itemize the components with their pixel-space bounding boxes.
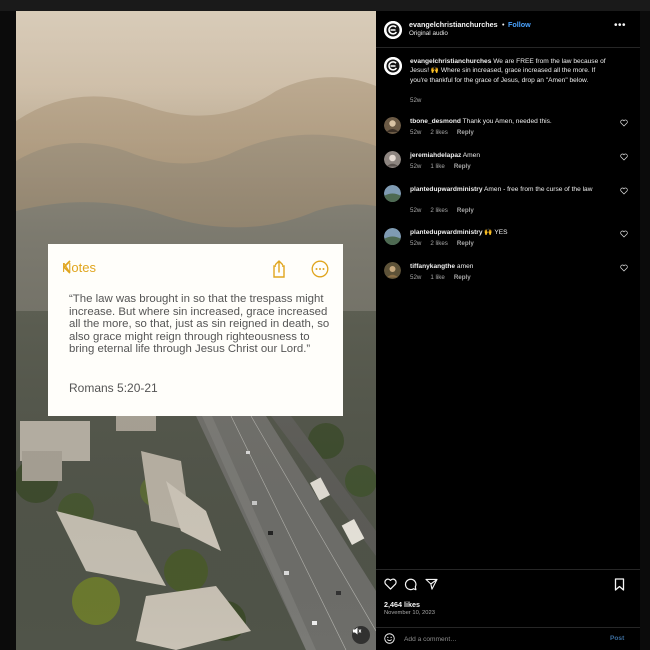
commenter-avatar[interactable]: [384, 117, 401, 134]
separator-dot: •: [502, 20, 505, 29]
caption-meta: 52w: [410, 97, 421, 104]
bookmark-icon[interactable]: [614, 578, 625, 591]
caption-time: 52w: [410, 97, 422, 104]
speaker-muted-icon: [353, 627, 362, 635]
comment-likes[interactable]: 2 likes: [430, 240, 448, 247]
comment-text-block: jeremiahdelapaz Amen: [410, 151, 614, 160]
comment-bubble-icon[interactable]: [404, 578, 417, 591]
notes-screenshot-card: Notes “The law was brought in so that th…: [48, 244, 343, 416]
comment-time: 52w: [410, 207, 422, 214]
reply-button[interactable]: Reply: [454, 274, 471, 281]
follow-button[interactable]: Follow: [508, 20, 531, 29]
comment-text: Amen: [462, 152, 481, 159]
comment-likes[interactable]: 1 like: [430, 274, 444, 281]
post-comment-button[interactable]: Post: [610, 635, 624, 642]
comment-text-block: plantedupwardministry 🙌 YES: [410, 228, 614, 237]
mute-button[interactable]: [352, 626, 370, 644]
comment-username[interactable]: plantedupwardministry: [410, 186, 483, 193]
comment-username[interactable]: tbone_desmond: [410, 118, 461, 125]
notes-back-button: Notes: [62, 260, 96, 275]
comment-time: 52w: [410, 129, 422, 136]
comment-text: Thank you Amen, needed this.: [462, 118, 552, 125]
more-options-button[interactable]: •••: [614, 21, 626, 31]
bible-reference: Romans 5:20-21: [69, 381, 158, 395]
top-strip: [0, 0, 650, 11]
comment-meta: 52w 1 like Reply: [410, 163, 471, 170]
comment-text-block: tiffanykangthe amen: [410, 262, 614, 271]
post-media[interactable]: Notes “The law was brought in so that th…: [16, 11, 376, 650]
commenter-avatar[interactable]: [384, 228, 401, 245]
post-side-panel: evangelchristianchurches • Follow Origin…: [376, 11, 640, 650]
comment-username[interactable]: tiffanykangthe: [410, 263, 455, 270]
commenter-avatar[interactable]: [384, 151, 401, 168]
caption-text-block: evangelchristianchurches We are FREE fro…: [410, 57, 614, 85]
reply-button[interactable]: Reply: [457, 240, 474, 247]
commenter-avatar[interactable]: [384, 262, 401, 279]
comment-username[interactable]: plantedupwardministry: [410, 229, 483, 236]
comment-time: 52w: [410, 240, 422, 247]
comment-meta: 52w 2 likes Reply: [410, 207, 474, 214]
comment-meta: 52w 2 likes Reply: [410, 240, 474, 247]
bible-quote-text: “The law was brought in so that the tres…: [69, 293, 330, 356]
heart-icon[interactable]: [620, 153, 628, 161]
heart-icon[interactable]: [620, 187, 628, 195]
reply-button[interactable]: Reply: [454, 163, 471, 170]
heart-icon[interactable]: [620, 119, 628, 127]
likes-count[interactable]: 2,464 likes: [384, 600, 420, 609]
comment-likes[interactable]: 2 likes: [430, 207, 448, 214]
post-header: evangelchristianchurches • Follow Origin…: [376, 11, 640, 48]
comment-likes[interactable]: 2 likes: [430, 129, 448, 136]
add-comment-bar: Post: [376, 627, 640, 650]
church-logo-icon: [384, 21, 402, 39]
comment-username[interactable]: jeremiahdelapaz: [410, 152, 461, 159]
reply-button[interactable]: Reply: [457, 129, 474, 136]
comment-text-block: plantedupwardministry Amen - free from t…: [410, 185, 614, 194]
comment-input[interactable]: [404, 632, 594, 646]
page-gutter: [640, 11, 650, 650]
reply-button[interactable]: Reply: [457, 207, 474, 214]
comment-likes[interactable]: 1 like: [430, 163, 444, 170]
church-logo-icon: [384, 57, 402, 75]
audio-link[interactable]: Original audio: [409, 30, 448, 37]
chevron-left-icon: [63, 260, 71, 274]
share-paper-plane-icon[interactable]: [425, 578, 438, 590]
post-date: November 10, 2023: [384, 610, 435, 616]
comment-meta: 52w 1 like Reply: [410, 274, 471, 281]
caption-avatar[interactable]: [384, 57, 402, 75]
like-heart-icon[interactable]: [384, 578, 397, 590]
post-actions: 2,464 likes November 10, 2023: [376, 569, 640, 627]
comment-time: 52w: [410, 163, 422, 170]
comment-text-block: tbone_desmond Thank you Amen, needed thi…: [410, 117, 614, 126]
comment-text: 🙌 YES: [484, 229, 508, 236]
emoji-icon[interactable]: [384, 633, 395, 644]
author-avatar[interactable]: [384, 21, 402, 39]
author-username[interactable]: evangelchristianchurches: [409, 20, 498, 29]
heart-icon[interactable]: [620, 264, 628, 272]
comment-time: 52w: [410, 274, 422, 281]
comment-text: Amen - free from the curse of the law: [484, 186, 593, 193]
heart-icon[interactable]: [620, 230, 628, 238]
caption-username[interactable]: evangelchristianchurches: [410, 58, 491, 65]
commenter-avatar[interactable]: [384, 185, 401, 202]
comment-text: amen: [456, 263, 474, 270]
comment-meta: 52w 2 likes Reply: [410, 129, 474, 136]
